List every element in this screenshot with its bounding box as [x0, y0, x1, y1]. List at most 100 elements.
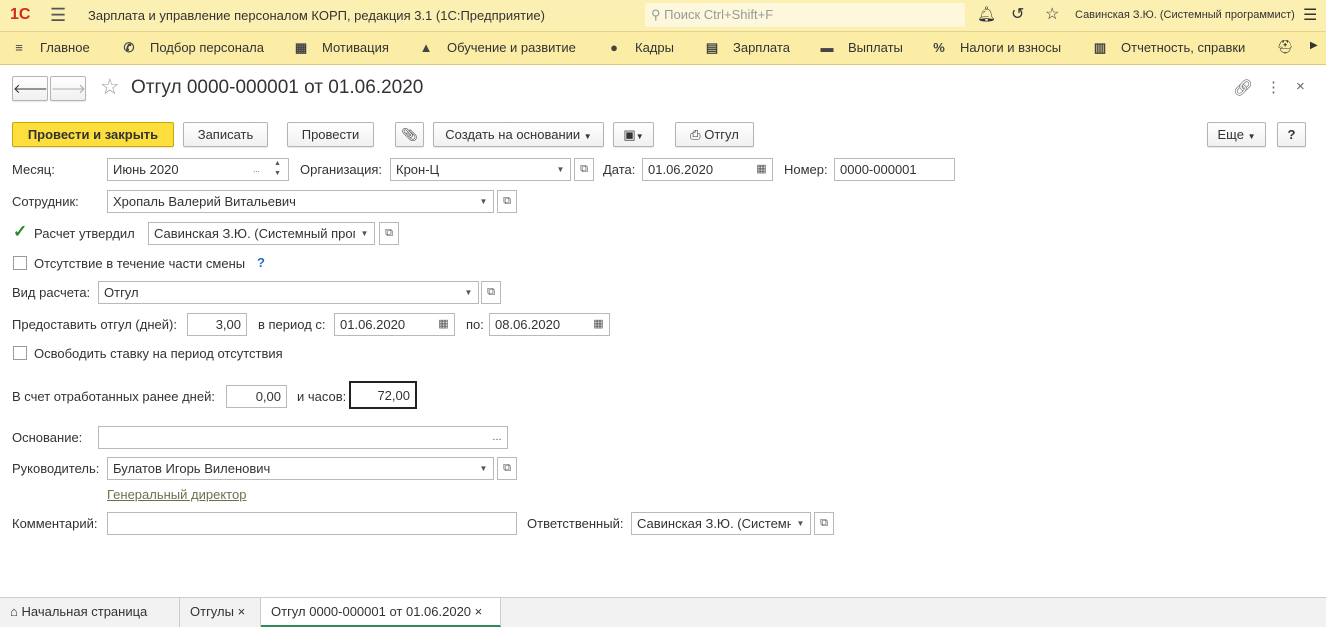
- responsible-open-icon[interactable]: ⧉: [814, 512, 834, 535]
- calc-type-label: Вид расчета:: [12, 285, 91, 300]
- nav-label: Налоги и взносы: [960, 40, 1062, 55]
- period-to-label: по:: [466, 317, 484, 332]
- period-to-field[interactable]: 08.06.2020: [489, 313, 589, 336]
- org-field[interactable]: Крон-Ц: [390, 158, 552, 181]
- responsible-field[interactable]: Савинская З.Ю. (Системный программист): [631, 512, 792, 535]
- calc-type-open-icon[interactable]: ⧉: [481, 281, 501, 304]
- star-icon[interactable]: ☆: [1045, 4, 1059, 24]
- gift-icon: ▦: [294, 40, 308, 55]
- responsible-label: Ответственный:: [527, 516, 624, 531]
- calendar-icon[interactable]: ▦: [751, 158, 773, 181]
- org-dropdown[interactable]: ▼: [551, 158, 571, 181]
- menu-icon[interactable]: ☰: [50, 5, 66, 26]
- print-button[interactable]: ⎙ Отгул: [675, 122, 754, 147]
- more-button[interactable]: Еще ▼: [1207, 122, 1266, 147]
- manager-position-link[interactable]: Генеральный директор: [107, 487, 246, 502]
- comment-field[interactable]: [107, 512, 517, 535]
- people-icon: ●: [610, 40, 618, 55]
- employee-label: Сотрудник:: [12, 194, 79, 209]
- nav-motivation[interactable]: ▦ Мотивация: [294, 40, 389, 56]
- approved-label: Расчет утвердил: [34, 226, 135, 241]
- hours-field[interactable]: 72,00: [349, 381, 417, 409]
- basis-select-button[interactable]: ...: [487, 426, 508, 449]
- month-field[interactable]: Июнь 2020: [107, 158, 247, 181]
- period-from-field[interactable]: 01.06.2020: [334, 313, 434, 336]
- month-select-button[interactable]: ...: [246, 158, 268, 181]
- nav-reports[interactable]: ▥ Отчетность, справки: [1093, 40, 1245, 56]
- phone-icon: ✆: [123, 40, 135, 55]
- approved-by-dropdown[interactable]: ▼: [355, 222, 375, 245]
- calc-type-dropdown[interactable]: ▼: [459, 281, 479, 304]
- manager-label: Руководитель:: [12, 461, 100, 476]
- user-name[interactable]: Савинская З.Ю. (Системный программист): [1075, 9, 1295, 21]
- helmet-icon[interactable]: ⛑: [1277, 39, 1294, 55]
- post-and-close-button[interactable]: Провести и закрыть: [12, 122, 174, 147]
- document-icon: ▣: [623, 127, 636, 142]
- documents-icon: ▥: [1093, 40, 1107, 55]
- nav-payments[interactable]: ▬ Выплаты: [820, 40, 903, 55]
- basis-field[interactable]: [98, 426, 488, 449]
- settings-menu-icon[interactable]: ☰: [1303, 5, 1317, 25]
- employee-field[interactable]: Хропаль Валерий Витальевич: [107, 190, 475, 213]
- scroll-right-icon[interactable]: ▶: [1310, 40, 1318, 51]
- tab-time-off-list[interactable]: Отгулы ×: [180, 598, 261, 627]
- approved-by-open-icon[interactable]: ⧉: [379, 222, 399, 245]
- attach-icon[interactable]: 📎︎: [395, 122, 424, 147]
- number-field[interactable]: 0000-000001: [834, 158, 955, 181]
- help-icon[interactable]: ?: [257, 255, 265, 270]
- org-label: Организация:: [300, 162, 383, 177]
- close-icon[interactable]: ×: [1296, 78, 1305, 95]
- close-icon[interactable]: ×: [238, 604, 246, 619]
- save-button[interactable]: Записать: [183, 122, 268, 147]
- manager-field[interactable]: Булатов Игорь Виленович: [107, 457, 475, 480]
- manager-dropdown[interactable]: ▼: [474, 457, 494, 480]
- nav-recruiting[interactable]: ✆ Подбор персонала: [122, 40, 264, 56]
- tab-label: Начальная страница: [21, 604, 148, 619]
- partial-shift-checkbox[interactable]: [13, 256, 27, 270]
- calculator-icon: ▤: [705, 40, 719, 55]
- approved-checkbox[interactable]: ✓: [13, 223, 27, 240]
- date-field[interactable]: 01.06.2020: [642, 158, 752, 181]
- history-icon[interactable]: ↺: [1011, 4, 1024, 24]
- tab-home[interactable]: ⌂ Начальная страница: [0, 598, 180, 627]
- post-button[interactable]: Провести: [287, 122, 374, 147]
- month-spinner[interactable]: ▲ ▼: [267, 158, 289, 181]
- approved-by-field[interactable]: Савинская З.Ю. (Системный программист): [148, 222, 356, 245]
- tab-label: Отгулы: [190, 604, 234, 619]
- document-flow-button[interactable]: ▣▼: [613, 122, 654, 147]
- chevron-down-icon: ▼: [1247, 132, 1256, 141]
- nav-taxes[interactable]: % Налоги и взносы: [932, 40, 1061, 55]
- tab-current-document[interactable]: Отгул 0000-000001 от 01.06.2020 ×: [261, 598, 501, 627]
- release-rate-checkbox[interactable]: [13, 346, 27, 360]
- close-icon[interactable]: ×: [475, 604, 483, 619]
- back-button[interactable]: 🡐: [12, 76, 48, 101]
- help-button[interactable]: ?: [1277, 122, 1306, 147]
- days-field[interactable]: 3,00: [187, 313, 247, 336]
- worked-days-field[interactable]: 0,00: [226, 385, 287, 408]
- nav-training[interactable]: ▲ Обучение и развитие: [419, 40, 576, 55]
- org-open-icon[interactable]: ⧉: [574, 158, 594, 181]
- create-based-on-button[interactable]: Создать на основании ▼: [433, 122, 604, 147]
- nav-hr[interactable]: ● Кадры: [607, 40, 674, 55]
- wallet-icon: ▬: [820, 40, 834, 55]
- forward-button[interactable]: 🡒: [50, 76, 86, 101]
- section-nav: ≡ Главное ✆ Подбор персонала ▦ Мотивация ▲ О…: [0, 32, 1326, 65]
- calendar-icon[interactable]: ▦: [588, 313, 610, 336]
- bell-icon[interactable]: 🔔︎: [977, 5, 996, 23]
- nav-salary[interactable]: ▤ Зарплата: [705, 40, 790, 56]
- responsible-dropdown[interactable]: ▼: [791, 512, 811, 535]
- title-bar: 1С ☰ Зарплата и управление персоналом КО…: [0, 0, 1326, 32]
- favorite-star-icon[interactable]: ☆: [100, 74, 120, 100]
- employee-dropdown[interactable]: ▼: [474, 190, 494, 213]
- link-icon[interactable]: 🔗︎: [1233, 78, 1253, 98]
- release-rate-label: Освободить ставку на период отсутствия: [34, 346, 283, 361]
- manager-open-icon[interactable]: ⧉: [497, 457, 517, 480]
- search-input[interactable]: ⚲ Поиск Ctrl+Shift+F: [645, 3, 965, 27]
- calc-type-field[interactable]: Отгул: [98, 281, 460, 304]
- more-icon[interactable]: ⋮: [1266, 78, 1281, 96]
- comment-label: Комментарий:: [12, 516, 98, 531]
- nav-main[interactable]: ≡ Главное: [12, 40, 89, 55]
- employee-open-icon[interactable]: ⧉: [497, 190, 517, 213]
- nav-label: Отчетность, справки: [1121, 40, 1246, 55]
- calendar-icon[interactable]: ▦: [433, 313, 455, 336]
